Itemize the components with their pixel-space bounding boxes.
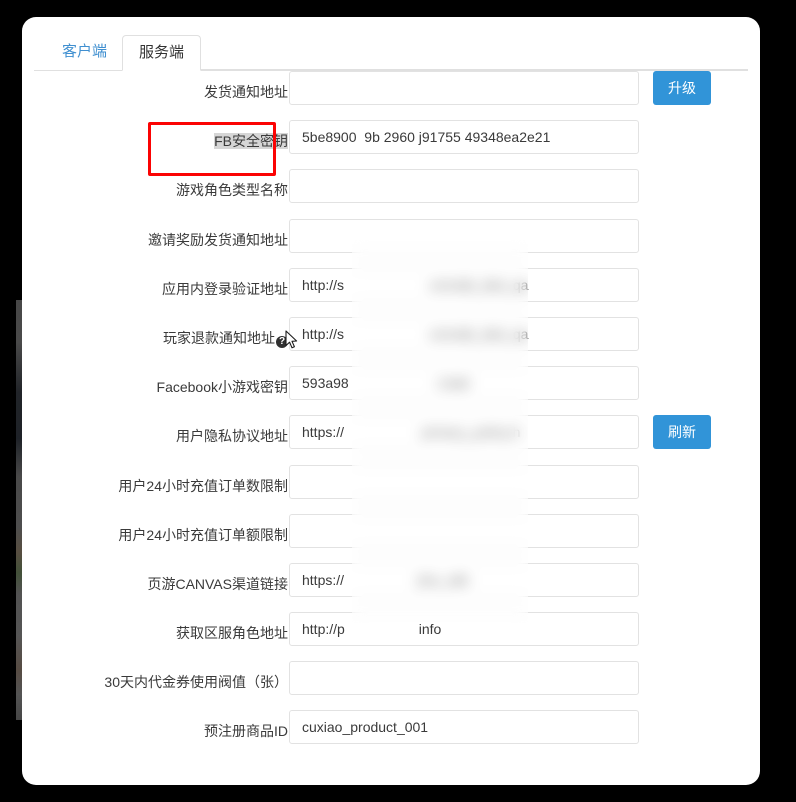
- settings-form: 发货通知地址 升级 FB安全密钥游戏角色类型名称邀请奖励发货通知地址应用内登录验证地…: [22, 71, 760, 760]
- form-row: 预注册商品ID: [22, 710, 760, 759]
- form-row: 应用内登录验证地址: [22, 267, 760, 317]
- field-label-text: 用户隐私协议地址: [176, 428, 288, 445]
- field-wrapper: [289, 661, 639, 696]
- screen-root: 客户端 服务端 发货通知地址 升级 FB安全密钥游戏角色类型名称邀请奖励发货通知地址…: [0, 0, 796, 802]
- field-label-text: 应用内登录验证地址: [162, 280, 288, 297]
- form-row: 邀请奖励发货通知地址: [22, 218, 760, 268]
- text-input[interactable]: [289, 267, 639, 302]
- field-label-text: 获取区服角色地址: [176, 625, 288, 642]
- field-label: 预注册商品ID: [204, 721, 288, 741]
- field-wrapper: [289, 218, 639, 253]
- field-wrapper: [289, 267, 639, 302]
- tab-bar: 客户端 服务端: [22, 17, 760, 71]
- field-wrapper: [289, 316, 639, 351]
- form-row: 页游CANVAS渠道链接: [22, 562, 760, 612]
- form-row: 发货通知地址 升级: [22, 71, 760, 120]
- field-wrapper: [289, 464, 639, 499]
- form-row: 获取区服角色地址: [22, 612, 760, 661]
- text-input[interactable]: [289, 710, 639, 745]
- text-input[interactable]: [289, 120, 639, 155]
- field-label-text: 30天内代金券使用阀值（张）: [104, 674, 288, 691]
- refresh-button[interactable]: 刷新: [653, 415, 711, 450]
- form-row: 用户24小时充值订单额限制: [22, 513, 760, 563]
- field-label: 玩家退款通知地址?: [163, 328, 288, 348]
- field-label: 邀请奖励发货通知地址: [148, 230, 288, 250]
- field-label: 30天内代金券使用阀值（张）: [104, 672, 288, 692]
- text-input[interactable]: [289, 612, 639, 647]
- text-input[interactable]: [289, 366, 639, 401]
- text-input[interactable]: [289, 464, 639, 499]
- field-label: 页游CANVAS渠道链接: [147, 574, 288, 594]
- field-wrapper: [289, 169, 639, 204]
- field-label: 用户24小时充值订单数限制: [118, 476, 288, 496]
- form-row: Facebook小游戏密钥: [22, 366, 760, 415]
- field-label-text: 游戏角色类型名称: [176, 182, 288, 199]
- field-label-text: Facebook小游戏密钥: [156, 379, 288, 396]
- field-wrapper: [289, 366, 639, 401]
- form-row: 用户隐私协议地址 刷新: [22, 415, 760, 464]
- form-row: 30天内代金券使用阀值（张）: [22, 661, 760, 710]
- field-wrapper: [289, 612, 639, 647]
- field-label: 发货通知地址: [204, 82, 288, 102]
- text-input[interactable]: [289, 218, 639, 253]
- text-input[interactable]: [289, 661, 639, 696]
- field-wrapper: [289, 710, 639, 745]
- text-input[interactable]: [289, 513, 639, 548]
- text-input[interactable]: [289, 415, 639, 450]
- field-wrapper: [289, 562, 639, 597]
- form-row: 玩家退款通知地址?: [22, 316, 760, 366]
- tab-client[interactable]: 客户端: [46, 35, 123, 71]
- upgrade-button[interactable]: 升级: [653, 71, 711, 105]
- field-label-text: FB安全密钥: [214, 133, 288, 150]
- field-label: 应用内登录验证地址: [162, 279, 288, 299]
- settings-modal-card: 客户端 服务端 发货通知地址 升级 FB安全密钥游戏角色类型名称邀请奖励发货通知地址…: [22, 17, 760, 785]
- text-input[interactable]: [289, 316, 639, 351]
- help-question-icon[interactable]: ?: [276, 335, 288, 348]
- field-label: 用户24小时充值订单额限制: [118, 525, 288, 545]
- field-label: 游戏角色类型名称: [176, 180, 288, 200]
- form-row: 用户24小时充值订单数限制: [22, 464, 760, 514]
- field-wrapper: [289, 120, 639, 155]
- field-label: 用户隐私协议地址: [176, 426, 288, 446]
- field-wrapper: [289, 71, 639, 105]
- field-label: Facebook小游戏密钥: [157, 377, 288, 397]
- field-label-text: 玩家退款通知地址: [163, 329, 275, 346]
- field-label: 获取区服角色地址: [176, 623, 288, 643]
- field-wrapper: [289, 415, 639, 450]
- field-label-text: 页游CANVAS渠道链接: [147, 575, 288, 592]
- field-wrapper: [289, 513, 639, 548]
- field-label-text: 邀请奖励发货通知地址: [148, 231, 288, 248]
- field-label-text: 发货通知地址: [204, 84, 288, 100]
- field-label-text: 预注册商品ID: [204, 723, 288, 740]
- tab-bar-filler: [193, 35, 748, 70]
- tab-server[interactable]: 服务端: [122, 35, 202, 71]
- text-input[interactable]: [289, 562, 639, 597]
- field-label-text: 用户24小时充值订单数限制: [118, 477, 288, 494]
- form-row: 游戏角色类型名称: [22, 169, 760, 218]
- text-input[interactable]: [289, 169, 639, 204]
- field-label: FB安全密钥: [214, 131, 288, 151]
- field-label-text: 用户24小时充值订单额限制: [118, 526, 288, 543]
- form-row: FB安全密钥: [22, 120, 760, 169]
- text-input[interactable]: [289, 71, 639, 105]
